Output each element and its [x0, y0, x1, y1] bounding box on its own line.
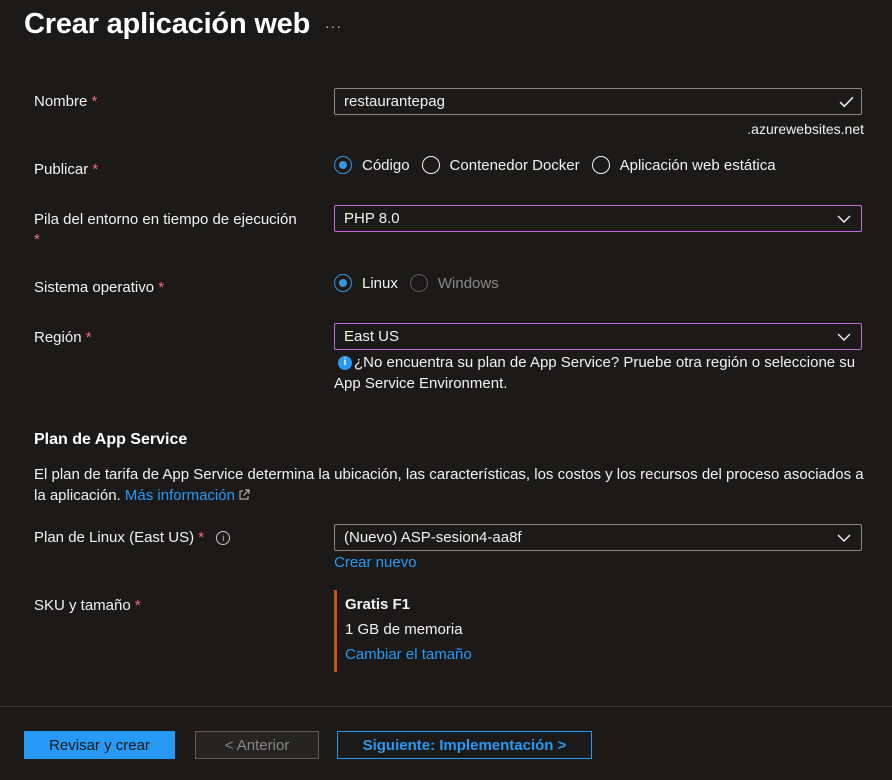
so-label-text: Sistema operativo — [34, 279, 155, 296]
radio-codigo-label[interactable]: Código — [362, 157, 410, 174]
previous-button: < Anterior — [195, 731, 319, 759]
plan-section-heading: Plan de App Service — [34, 431, 188, 448]
sku-tier: Gratis F1 — [345, 596, 411, 613]
required-mark: * — [134, 597, 141, 614]
radio-docker[interactable] — [421, 156, 440, 174]
more-icon[interactable]: ··· — [325, 18, 342, 34]
so-label: Sistema operativo * — [34, 278, 164, 298]
region-dropdown[interactable]: East US — [334, 323, 862, 350]
next-button[interactable]: Siguiente: Implementación > — [337, 731, 592, 759]
publicar-radio-group: Código Contenedor Docker Aplicación web … — [334, 156, 788, 174]
radio-windows-label: Windows — [437, 274, 499, 292]
check-icon — [839, 96, 854, 108]
required-mark: * — [198, 529, 205, 546]
change-size-link[interactable]: Cambiar el tamaño — [345, 646, 472, 663]
sku-label-text: SKU y tamaño — [34, 597, 131, 614]
chevron-down-icon — [837, 215, 851, 223]
chevron-down-icon — [837, 333, 851, 341]
nombre-label-text: Nombre — [34, 93, 88, 110]
radio-linux[interactable] — [334, 274, 352, 292]
review-create-button[interactable]: Revisar y crear — [24, 731, 175, 759]
so-radio-group: Linux Windows — [334, 274, 511, 292]
domain-suffix: .azurewebsites.net — [747, 121, 864, 137]
sku-label: SKU y tamaño * — [34, 596, 141, 616]
nombre-input[interactable]: restaurantepag — [334, 88, 862, 115]
pila-value: PHP 8.0 — [344, 210, 400, 227]
required-mark: * — [158, 279, 165, 296]
plan-linux-label: Plan de Linux (East US) * i — [34, 528, 231, 548]
radio-windows — [409, 274, 428, 292]
plan-section-description: El plan de tarifa de App Service determi… — [34, 464, 874, 506]
more-info-link[interactable]: Más información — [125, 487, 235, 504]
plan-linux-value: (Nuevo) ASP-sesion4-aa8f — [344, 529, 522, 546]
sku-memory: 1 GB de memoria — [345, 621, 463, 638]
create-new-link[interactable]: Crear nuevo — [334, 554, 417, 571]
plan-linux-label-text: Plan de Linux (East US) — [34, 529, 195, 546]
region-value: East US — [344, 328, 400, 345]
radio-linux-label[interactable]: Linux — [362, 275, 398, 292]
pila-dropdown[interactable]: PHP 8.0 — [334, 205, 862, 232]
plan-linux-dropdown[interactable]: (Nuevo) ASP-sesion4-aa8f — [334, 524, 862, 551]
nombre-value: restaurantepag — [344, 93, 445, 110]
footer-divider — [0, 706, 892, 707]
required-mark: * — [91, 93, 98, 110]
radio-static-label[interactable]: Aplicación web estática — [620, 157, 776, 174]
nombre-label: Nombre * — [34, 92, 97, 112]
chevron-down-icon — [837, 534, 851, 542]
external-link-icon — [239, 489, 250, 500]
radio-docker-label[interactable]: Contenedor Docker — [450, 157, 580, 174]
radio-static[interactable] — [591, 156, 610, 174]
required-mark: * — [34, 231, 40, 248]
info-icon[interactable]: i — [216, 531, 231, 545]
required-mark: * — [85, 329, 92, 346]
page-title: Crear aplicación web — [24, 8, 311, 40]
region-label: Región * — [34, 328, 92, 348]
region-note: ¿No encuentra su plan de App Service? Pr… — [334, 354, 856, 392]
radio-codigo[interactable] — [334, 156, 352, 174]
publicar-label-text: Publicar — [34, 161, 89, 178]
region-label-text: Región — [34, 329, 82, 346]
pila-label-text: Pila del entorno en tiempo de ejecución — [34, 211, 297, 228]
pila-label: Pila del entorno en tiempo de ejecución … — [34, 210, 324, 250]
required-mark: * — [92, 161, 99, 178]
sku-accent-bar — [334, 590, 337, 672]
publicar-label: Publicar * — [34, 160, 98, 180]
